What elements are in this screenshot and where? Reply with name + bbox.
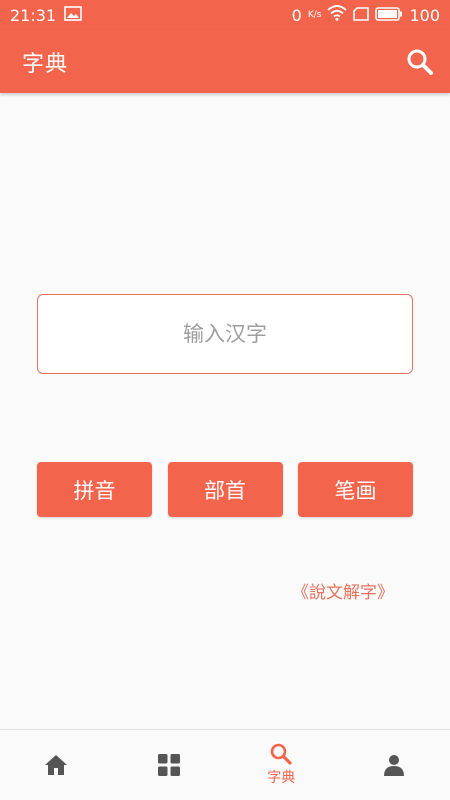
nav-item-profile[interactable]: [338, 730, 450, 800]
image-icon: [64, 5, 82, 25]
nav-item-home[interactable]: [0, 730, 113, 800]
search-box: [37, 294, 413, 374]
nav-item-categories[interactable]: [113, 730, 226, 800]
nav-item-dictionary[interactable]: 字典: [225, 730, 338, 800]
speed-unit: K/s: [307, 10, 322, 20]
network-speed: 0: [291, 5, 302, 25]
home-icon: [44, 754, 68, 776]
stroke-button[interactable]: 笔画: [298, 462, 413, 517]
radical-button[interactable]: 部首: [167, 462, 283, 517]
status-bar: 21:31 0 K/s 100: [0, 0, 450, 30]
pinyin-button[interactable]: 拼音: [37, 462, 152, 517]
grid-icon: [157, 754, 180, 776]
bottom-nav: 字典: [0, 729, 450, 800]
nav-item-label: 字典: [267, 770, 296, 786]
sim-icon: [353, 6, 370, 25]
status-time: 21:31: [10, 5, 57, 25]
lookup-button-row: 拼音 部首 笔画: [37, 462, 413, 517]
person-icon: [383, 754, 405, 776]
shuowen-link[interactable]: 《說文解字》: [292, 578, 394, 603]
hanzi-search-input[interactable]: [38, 295, 412, 373]
search-icon[interactable]: [406, 48, 434, 76]
app-bar: 字典: [0, 30, 450, 93]
battery-level: 100: [409, 5, 440, 25]
status-right: 0 K/s 100: [292, 5, 440, 25]
page-title: 字典: [22, 51, 69, 77]
wifi-icon: [327, 5, 348, 25]
status-left: 21:31: [10, 6, 82, 25]
search-icon: [270, 743, 292, 765]
battery-icon: [375, 6, 403, 25]
